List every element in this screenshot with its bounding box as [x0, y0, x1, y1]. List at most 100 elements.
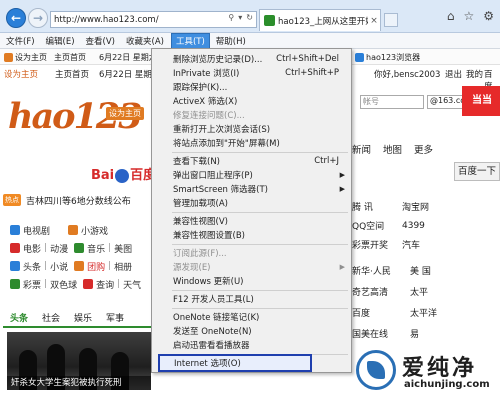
- submenu-arrow-icon: ▶: [339, 185, 345, 193]
- menu-item-compat-view[interactable]: 兼容性视图(V): [152, 214, 351, 228]
- menu-item-reopen-session[interactable]: 重新打开上次浏览会话(S): [152, 122, 351, 136]
- hot-news-bar[interactable]: 热点 吉林四川等6地分数线公布: [3, 192, 151, 208]
- gear-icon[interactable]: ⚙: [483, 9, 494, 23]
- menu-item-compat-settings[interactable]: 兼容性视图设置(B): [152, 228, 351, 242]
- category-link[interactable]: 彩票: [23, 278, 41, 291]
- tab-military[interactable]: 军事: [99, 311, 131, 326]
- logo-tag[interactable]: 设为主页: [106, 107, 144, 120]
- category-link[interactable]: 头条: [23, 260, 41, 273]
- link-item[interactable]: 太平: [410, 285, 468, 298]
- menu-file[interactable]: 文件(F): [6, 35, 35, 47]
- home-first-link[interactable]: 主页首页: [55, 68, 89, 80]
- site-link[interactable]: 4399: [402, 221, 452, 231]
- site-link[interactable]: QQ空间: [352, 219, 402, 232]
- new-tab-button[interactable]: [384, 13, 398, 27]
- menu-item-popup-blocker[interactable]: 弹出窗口阻止程序(P) ▶: [152, 168, 351, 182]
- menu-view[interactable]: 查看(V): [86, 35, 115, 47]
- menu-tools[interactable]: 工具(T): [170, 32, 210, 49]
- photo-caption[interactable]: 奸杀女大学生案犯被执行死刑: [7, 376, 151, 390]
- site-row: 腾 讯 淘宝网: [352, 197, 500, 216]
- nav-news[interactable]: 新闻: [352, 142, 371, 156]
- address-bar[interactable]: http://www.hao123.com/ ⚲ ▾ ↻: [50, 11, 257, 28]
- menu-item-label: InPrivate 浏览(I): [173, 69, 240, 79]
- link-item[interactable]: 百度: [352, 306, 410, 319]
- search-icon[interactable]: ⚲: [228, 13, 234, 22]
- close-tab-icon[interactable]: ×: [368, 16, 380, 26]
- baidu-search-button[interactable]: 百度一下: [454, 162, 500, 181]
- link-item[interactable]: 新华·人民: [352, 264, 410, 277]
- home-icon: [4, 53, 13, 62]
- tab-entertainment[interactable]: 娱乐: [67, 311, 99, 326]
- menu-item-tracking-protection[interactable]: 跟踪保护(K)...: [152, 80, 351, 94]
- category-link[interactable]: 音乐: [87, 242, 105, 255]
- browser-tab[interactable]: hao123_上网从这里开始 ×: [259, 9, 381, 31]
- link-item[interactable]: 奇艺高清: [352, 285, 410, 298]
- category-link[interactable]: 小说: [50, 260, 68, 273]
- menu-bar: 文件(F) 编辑(E) 查看(V) 收藏夹(A) 工具(T) 帮助(H): [0, 32, 500, 49]
- link-item[interactable]: 易: [410, 327, 468, 340]
- site-link[interactable]: 彩票开奖: [352, 238, 402, 251]
- menu-item-inprivate[interactable]: InPrivate 浏览(I) Ctrl+Shift+P: [152, 66, 351, 80]
- tv-icon: [10, 225, 20, 235]
- news-photo[interactable]: 奸杀女大学生案犯被执行死刑: [7, 332, 151, 390]
- category-link[interactable]: 天气: [123, 278, 141, 291]
- menu-item-label: OneNote 链接笔记(K): [173, 313, 260, 323]
- forward-button[interactable]: →: [28, 8, 48, 28]
- menu-item-delete-history[interactable]: 删除浏览历史记录(D)... Ctrl+Shift+Del: [152, 52, 351, 66]
- category-link[interactable]: 电影: [23, 242, 41, 255]
- menu-item-label: 弹出窗口阻止程序(P): [173, 171, 253, 181]
- refresh-icon[interactable]: ↻: [246, 13, 253, 22]
- link-item[interactable]: 国美在线: [352, 327, 410, 340]
- set-home-link[interactable]: 设为主页: [4, 68, 38, 80]
- category-link[interactable]: 动漫: [50, 242, 68, 255]
- category-link[interactable]: 电视剧: [23, 224, 50, 237]
- menu-item-onenote-link[interactable]: OneNote 链接笔记(K): [152, 310, 351, 324]
- menu-item-label: 订阅此源(F)...: [173, 249, 227, 259]
- menu-edit[interactable]: 编辑(E): [46, 35, 75, 47]
- fav-home-first[interactable]: 主页首页: [54, 52, 86, 63]
- category-link[interactable]: 双色球: [50, 278, 77, 291]
- menu-item-activex[interactable]: ActiveX 筛选(X): [152, 94, 351, 108]
- tab-favicon-icon: [264, 15, 275, 26]
- category-link[interactable]: 相册: [114, 260, 132, 273]
- account-input[interactable]: 帐号: [360, 95, 424, 109]
- menu-help[interactable]: 帮助(H): [216, 35, 246, 47]
- category-link[interactable]: 查询: [96, 278, 114, 291]
- link-item[interactable]: 美 国: [410, 264, 468, 277]
- dropdown-icon[interactable]: ▾: [238, 13, 242, 22]
- menu-item-add-to-start[interactable]: 将站点添加到"开始"屏幕(M): [152, 136, 351, 150]
- nav-more[interactable]: 更多: [414, 142, 433, 156]
- menu-item-feed-discovery: 源发现(E) ▶: [152, 260, 351, 274]
- menu-separator: [172, 152, 348, 153]
- menu-item-xunlei-player[interactable]: 启动迅雷看看播放器: [152, 338, 351, 352]
- back-button[interactable]: ←: [6, 8, 26, 28]
- watermark-logo-icon: [356, 350, 396, 390]
- menu-item-f12-devtools[interactable]: F12 开发人员工具(L): [152, 292, 351, 306]
- menu-item-send-onenote[interactable]: 发送至 OneNote(N): [152, 324, 351, 338]
- headline-icon: [10, 261, 20, 271]
- tab-headline[interactable]: 头条: [3, 311, 35, 326]
- menu-item-manage-addons[interactable]: 管理加载项(A): [152, 196, 351, 210]
- category-link[interactable]: 团购: [87, 260, 105, 273]
- favorites-star-icon[interactable]: ☆: [463, 9, 474, 23]
- menu-item-windows-update[interactable]: Windows 更新(U): [152, 274, 351, 288]
- site-link[interactable]: 汽车: [402, 238, 452, 251]
- fav-set-home[interactable]: 设为主页: [4, 52, 47, 63]
- tab-society[interactable]: 社会: [35, 311, 67, 326]
- menu-item-smartscreen[interactable]: SmartScreen 筛选器(T) ▶: [152, 182, 351, 196]
- category-link[interactable]: 小游戏: [81, 224, 108, 237]
- nav-map[interactable]: 地图: [383, 142, 402, 156]
- menu-item-view-downloads[interactable]: 查看下载(N) Ctrl+J: [152, 154, 351, 168]
- dangdang-ad[interactable]: 当当: [462, 86, 500, 116]
- fav-hao-browser[interactable]: hao123浏览器: [355, 52, 420, 63]
- link-item[interactable]: 太平洋: [410, 306, 468, 319]
- baidu-logo[interactable]: Bai 百度: [91, 164, 156, 183]
- category-link[interactable]: 美图: [114, 242, 132, 255]
- home-icon[interactable]: ⌂: [447, 9, 455, 23]
- menu-item-internet-options[interactable]: Internet 选项(O): [158, 354, 312, 372]
- site-link[interactable]: 腾 讯: [352, 200, 402, 213]
- hot-news-headline[interactable]: 吉林四川等6地分数线公布: [26, 194, 131, 207]
- site-link[interactable]: 淘宝网: [402, 200, 452, 213]
- menu-favorites[interactable]: 收藏夹(A): [126, 35, 164, 47]
- menu-item-shortcut: Ctrl+J: [314, 156, 339, 166]
